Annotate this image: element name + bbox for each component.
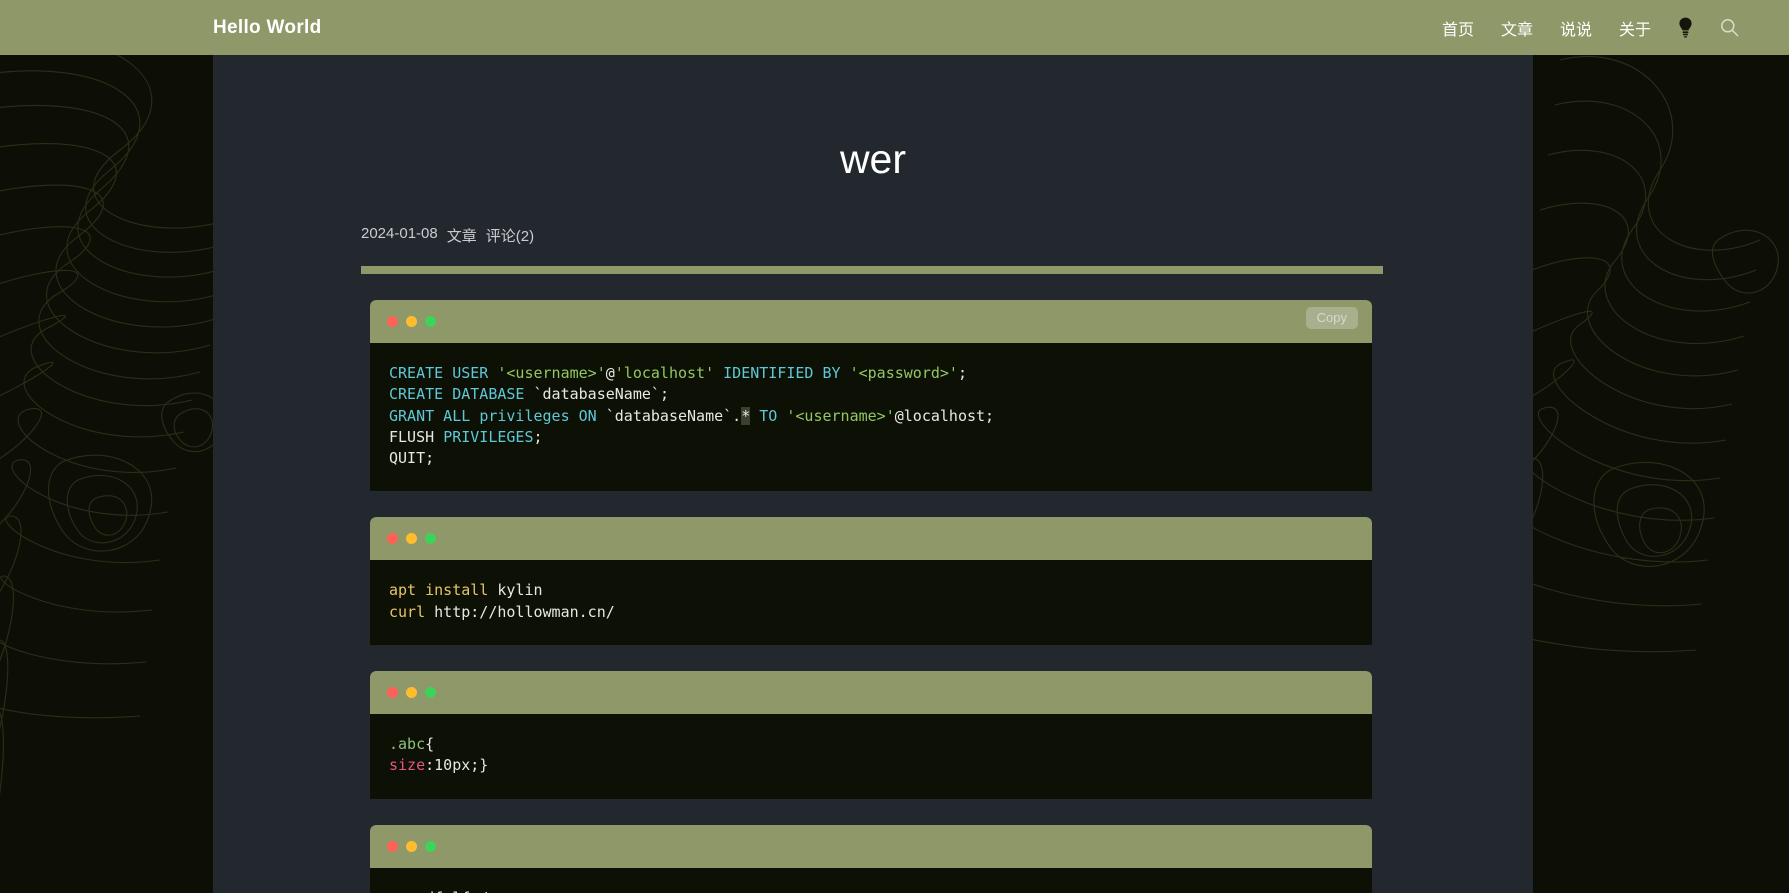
- code-token: *: [741, 406, 751, 425]
- window-dot-red-icon[interactable]: [387, 687, 398, 699]
- code-token: GRANT ALL: [389, 406, 480, 425]
- nav-link-articles[interactable]: 文章: [1501, 16, 1533, 40]
- code-line: CREATE DATABASE `databaseName`;: [389, 384, 1372, 405]
- code-token: ;: [533, 427, 543, 446]
- code-block-body: .abc{size:10px;}: [370, 714, 1372, 799]
- code-token: >adfslf</: [407, 889, 488, 893]
- code-token: '<username>': [786, 406, 895, 425]
- code-token: ON: [578, 406, 606, 425]
- code-token: ;: [957, 364, 967, 382]
- window-dot-yellow-icon[interactable]: [406, 840, 417, 852]
- code-token: >: [497, 889, 506, 893]
- nav-link-talks[interactable]: 说说: [1560, 16, 1592, 40]
- code-block-list: Copy CREATE USER '<username>'@'localhost'…: [213, 300, 1533, 893]
- code-token: CREATE DATABASE: [389, 385, 534, 404]
- window-dot-yellow-icon[interactable]: [406, 316, 417, 327]
- site-brand[interactable]: Hello World: [213, 17, 322, 39]
- code-token: privileges: [479, 406, 579, 425]
- code-token: p: [398, 889, 407, 893]
- post-comments-count[interactable]: 评论(2): [486, 225, 534, 246]
- code-token: @localhost;: [894, 406, 995, 425]
- window-dot-yellow-icon[interactable]: [406, 687, 417, 699]
- window-dot-green-icon[interactable]: [425, 533, 436, 545]
- code-token: ;: [659, 385, 669, 404]
- nav-link-home[interactable]: 首页: [1442, 16, 1474, 40]
- code-token: curl: [389, 602, 435, 621]
- code-token: http://hollowman.cn/: [434, 602, 615, 621]
- code-token: @: [605, 364, 615, 382]
- window-dot-green-icon[interactable]: [425, 840, 436, 852]
- code-token: QUIT;: [389, 449, 435, 468]
- page-title: wer: [839, 136, 907, 182]
- window-dot-yellow-icon[interactable]: [406, 533, 417, 545]
- code-block: <p>adfslf</p>: [370, 824, 1372, 893]
- code-token: :10px;}: [425, 756, 489, 775]
- code-line: QUIT;: [389, 448, 1372, 469]
- code-token: TO: [750, 406, 787, 425]
- code-token: kylin: [497, 581, 543, 600]
- code-token: CREATE USER: [389, 364, 498, 382]
- code-line: FLUSH PRIVILEGES;: [389, 427, 1372, 448]
- code-token: `databaseName`.: [605, 406, 742, 425]
- window-dot-red-icon[interactable]: [387, 840, 398, 852]
- top-navbar: Hello World 首页 文章 说说 关于: [0, 0, 1789, 55]
- code-token: PRIVILEGES: [443, 427, 534, 446]
- code-line: CREATE USER '<username>'@'localhost' IDE…: [389, 363, 1372, 384]
- code-block-titlebar: Copy: [370, 300, 1372, 343]
- post-date: 2024-01-08: [361, 225, 438, 242]
- code-token: IDENTIFIED BY: [714, 364, 850, 382]
- code-block: apt install kylin curl http://hollowman.c…: [370, 517, 1372, 646]
- window-dot-green-icon[interactable]: [425, 316, 436, 327]
- code-token: '<password>': [849, 364, 958, 382]
- code-token: FLUSH: [389, 427, 444, 446]
- code-token: '<username>': [497, 364, 606, 382]
- search-icon[interactable]: [1720, 18, 1739, 37]
- code-block: Copy CREATE USER '<username>'@'localhost'…: [370, 300, 1372, 492]
- post-category[interactable]: 文章: [447, 225, 477, 246]
- code-line: GRANT ALL privileges ON `databaseName`.*…: [389, 406, 1372, 427]
- copy-button[interactable]: Copy: [1305, 307, 1358, 329]
- code-block-titlebar: [370, 671, 1372, 715]
- window-dot-red-icon[interactable]: [387, 316, 398, 327]
- code-block-body: CREATE USER '<username>'@'localhost' IDE…: [370, 343, 1372, 492]
- code-block: .abc{size:10px;}: [370, 671, 1372, 799]
- code-token: 'localhost': [614, 364, 715, 382]
- window-dot-green-icon[interactable]: [425, 687, 436, 699]
- code-token: {: [425, 735, 435, 754]
- code-token: `databaseName`: [533, 385, 660, 404]
- lightbulb-icon[interactable]: [1678, 17, 1693, 38]
- nav-link-about[interactable]: 关于: [1619, 16, 1651, 40]
- code-token: size: [389, 756, 426, 775]
- content-panel: wer 2024-01-08 文章 评论(2) Copy CREATE USER …: [213, 55, 1533, 893]
- code-line: apt install kylin: [389, 580, 1372, 601]
- code-line: size:10px;}: [389, 755, 1372, 776]
- post-meta: 2024-01-08 文章 评论(2): [361, 225, 1533, 246]
- code-token: <: [389, 889, 398, 893]
- window-dot-red-icon[interactable]: [387, 533, 398, 545]
- code-token: .abc: [389, 735, 426, 754]
- code-line: .abc{: [389, 734, 1372, 755]
- code-line: <p>adfslf</p>: [389, 888, 1372, 893]
- code-block-body: <p>adfslf</p>: [370, 867, 1372, 893]
- code-block-titlebar: [370, 517, 1372, 561]
- title-divider: [361, 266, 1383, 274]
- code-token: apt: [389, 581, 426, 600]
- nav-links: 首页 文章 说说 关于: [1442, 16, 1739, 40]
- code-line: curl http://hollowman.cn/: [389, 602, 1372, 623]
- code-block-body: apt install kylin curl http://hollowman.c…: [370, 560, 1372, 646]
- code-token: install: [425, 581, 498, 600]
- code-block-titlebar: [370, 824, 1372, 868]
